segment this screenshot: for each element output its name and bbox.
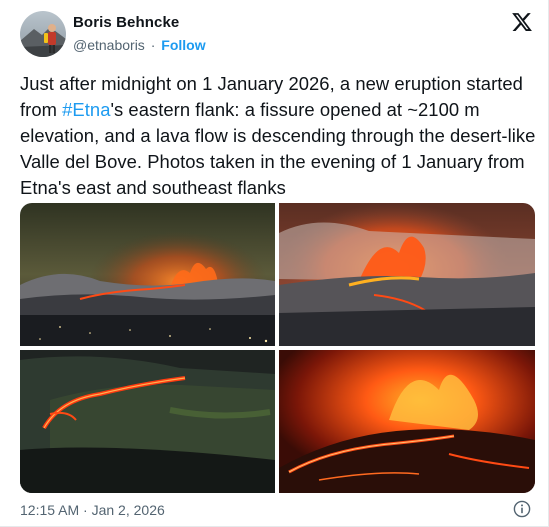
tweet-card: Boris Behncke @etnaboris · Follow Just a… <box>0 0 549 527</box>
separator-dot: · <box>150 37 156 53</box>
follow-button[interactable]: Follow <box>161 37 205 53</box>
tweet-text: Just after midnight on 1 January 2026, a… <box>20 71 540 201</box>
author-name[interactable]: Boris Behncke <box>73 14 179 31</box>
tweet-timestamp[interactable]: 12:15 AM · Jan 2, 2026 <box>20 502 165 518</box>
hashtag-link[interactable]: #Etna <box>62 99 110 120</box>
photo-4[interactable] <box>279 350 535 493</box>
info-icon[interactable] <box>513 500 531 518</box>
author-handle[interactable]: @etnaboris <box>73 37 145 53</box>
photo-1[interactable] <box>20 203 275 346</box>
author-handle-row: @etnaboris · Follow <box>73 37 206 53</box>
photo-grid <box>20 203 535 493</box>
x-logo-icon[interactable] <box>511 11 533 33</box>
photo-2[interactable] <box>279 203 535 346</box>
photo-3[interactable] <box>20 350 275 493</box>
avatar[interactable] <box>20 11 66 57</box>
